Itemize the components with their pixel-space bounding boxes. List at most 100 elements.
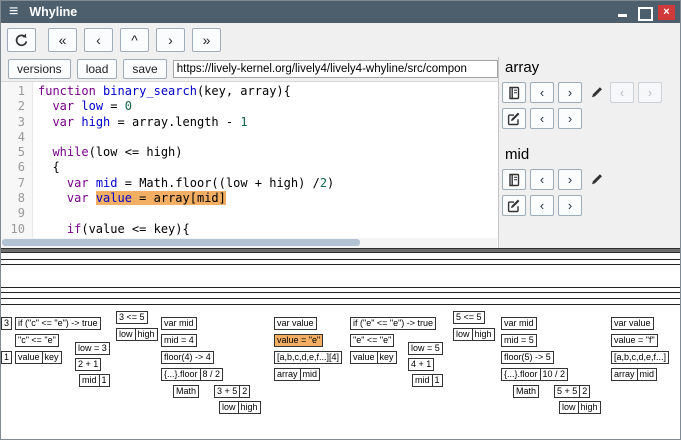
editor-code[interactable]: function binary_search(key, array){ var … (33, 82, 498, 248)
trace-event-box[interactable]: var value (611, 317, 654, 330)
trace-event-box[interactable]: value (350, 351, 378, 364)
trace-event-box[interactable]: Math (513, 385, 539, 398)
next-occurrence-button[interactable]: › (558, 169, 582, 190)
book-button[interactable] (502, 82, 526, 103)
trace-event-box[interactable]: array (611, 368, 638, 381)
prev-occurrence-button[interactable]: ‹ (530, 195, 554, 216)
trace-event-box[interactable]: low (219, 401, 239, 414)
compose-button[interactable] (502, 108, 526, 129)
trace-event-box[interactable]: high (238, 401, 261, 414)
trace-event-box[interactable]: 1 (1, 351, 12, 364)
trace-event-box[interactable]: 5 <= 5 (453, 311, 485, 324)
trace-event-box[interactable]: var mid (161, 317, 197, 330)
code-line[interactable]: var mid = Math.floor((low + high) /2) (38, 176, 498, 191)
code-line[interactable]: { (38, 160, 498, 175)
menu-icon[interactable]: ≡ (9, 1, 18, 23)
trace-event-box[interactable]: 8 / 2 (200, 368, 224, 381)
compose-button[interactable] (502, 195, 526, 216)
trace-event-box[interactable]: 1 (99, 374, 110, 387)
code-line[interactable]: var value = array[mid] (38, 191, 498, 206)
code-line[interactable]: function binary_search(key, array){ (38, 84, 498, 99)
prev-occurrence-button[interactable]: ‹ (530, 108, 554, 129)
trace-event-box[interactable]: 2 (239, 385, 250, 398)
trace-event-box[interactable]: var mid (501, 317, 537, 330)
trace-event-box[interactable]: {...}.floor (161, 368, 201, 381)
trace-event-box[interactable]: 10 / 2 (540, 368, 569, 381)
code-line[interactable]: while(low <= high) (38, 145, 498, 160)
trace-event-box[interactable]: high (135, 328, 158, 341)
trace-event-box[interactable]: low = 5 (408, 342, 443, 355)
prev-occurrence-button[interactable]: ‹ (530, 82, 554, 103)
trace-event-box[interactable]: low (116, 328, 136, 341)
trace-event-box[interactable]: mid (300, 368, 321, 381)
url-input[interactable] (173, 60, 498, 78)
minimize-button[interactable] (616, 5, 630, 20)
code-editor[interactable]: 1234567891011 function binary_search(key… (1, 81, 498, 248)
trace-event-box[interactable]: mid (412, 374, 433, 387)
trace-event-box[interactable]: 3 + 5 (214, 385, 240, 398)
trace-event-box[interactable]: 5 + 5 (554, 385, 580, 398)
code-line[interactable]: var low = 0 (38, 99, 498, 114)
trace-event-box[interactable]: key (377, 351, 397, 364)
trace-event-box[interactable]: [a,b,c,d,e,f...][4] (274, 351, 342, 364)
next-write-button[interactable]: › (638, 82, 662, 103)
trace-event-box[interactable]: floor(4) -> 4 (161, 351, 214, 364)
up-button[interactable]: ^ (120, 28, 149, 52)
versions-button[interactable]: versions (8, 59, 71, 79)
trace-event-box[interactable]: var value (274, 317, 317, 330)
trace-event-box[interactable]: key (42, 351, 62, 364)
forward-button[interactable]: › (156, 28, 185, 52)
trace-event-box[interactable]: mid = 4 (161, 334, 197, 347)
trace-event-box[interactable]: value (15, 351, 43, 364)
prev-write-button[interactable]: ‹ (610, 82, 634, 103)
trace-event-box[interactable]: 3 (1, 317, 12, 330)
editor-gutter[interactable]: 1234567891011 (1, 82, 33, 248)
trace-event-box[interactable]: value = "f" (611, 334, 658, 347)
save-button[interactable]: save (123, 59, 166, 79)
book-button[interactable] (502, 169, 526, 190)
pencil-icon[interactable] (586, 85, 606, 100)
editor-hscrollbar-thumb[interactable] (2, 239, 360, 246)
prev-occurrence-button[interactable]: ‹ (530, 169, 554, 190)
code-line[interactable] (38, 206, 498, 221)
traced-expression-highlight[interactable]: = array[mid] (132, 191, 226, 205)
trace-event-box[interactable]: value = "e" (274, 334, 323, 347)
trace-event-box[interactable]: Math (173, 385, 199, 398)
back-button[interactable]: ‹ (84, 28, 113, 52)
history-back-button[interactable]: « (48, 28, 77, 52)
trace-event-box[interactable]: low (559, 401, 579, 414)
editor-hscrollbar[interactable] (1, 238, 497, 248)
trace-event-box[interactable]: floor(5) -> 5 (501, 351, 554, 364)
trace-event-box[interactable]: "c" <= "e" (15, 334, 59, 347)
trace-event-box[interactable]: mid (637, 368, 658, 381)
trace-event-box[interactable]: array (274, 368, 301, 381)
maximize-button[interactable] (637, 5, 651, 20)
trace-event-box[interactable]: mid = 5 (501, 334, 537, 347)
code-line[interactable] (38, 130, 498, 145)
code-line[interactable]: var high = array.length - 1 (38, 115, 498, 130)
trace-event-box[interactable]: low = 3 (75, 342, 110, 355)
trace-event-box[interactable]: 2 + 1 (75, 358, 101, 371)
trace-event-box[interactable]: 1 (432, 374, 443, 387)
code-line[interactable]: if(value <= key){ (38, 222, 498, 237)
trace-event-box[interactable]: if ("c" <= "e") -> true (15, 317, 101, 330)
traced-expression-highlight[interactable]: value (96, 191, 132, 205)
trace-event-box[interactable]: low (453, 328, 473, 341)
load-button[interactable]: load (77, 59, 118, 79)
trace-event-box[interactable]: high (578, 401, 601, 414)
pencil-icon[interactable] (586, 172, 606, 187)
trace-event-box[interactable]: mid (79, 374, 100, 387)
trace-event-box[interactable]: if ("e" <= "e") -> true (350, 317, 436, 330)
trace-event-box[interactable]: 2 (579, 385, 590, 398)
trace-event-box[interactable]: "e" <= "e" (350, 334, 394, 347)
trace-event-box[interactable]: {...}.floor (501, 368, 541, 381)
close-button[interactable]: × (658, 5, 675, 20)
titlebar[interactable]: ≡ Whyline × (1, 1, 680, 23)
trace-event-box[interactable]: high (472, 328, 495, 341)
next-occurrence-button[interactable]: › (558, 82, 582, 103)
trace-event-box[interactable]: 4 + 1 (408, 358, 434, 371)
refresh-button[interactable] (7, 28, 36, 52)
history-forward-button[interactable]: » (192, 28, 221, 52)
next-occurrence-button[interactable]: › (558, 108, 582, 129)
trace-event-box[interactable]: [a,b,c,d,e,f...] (611, 351, 669, 364)
